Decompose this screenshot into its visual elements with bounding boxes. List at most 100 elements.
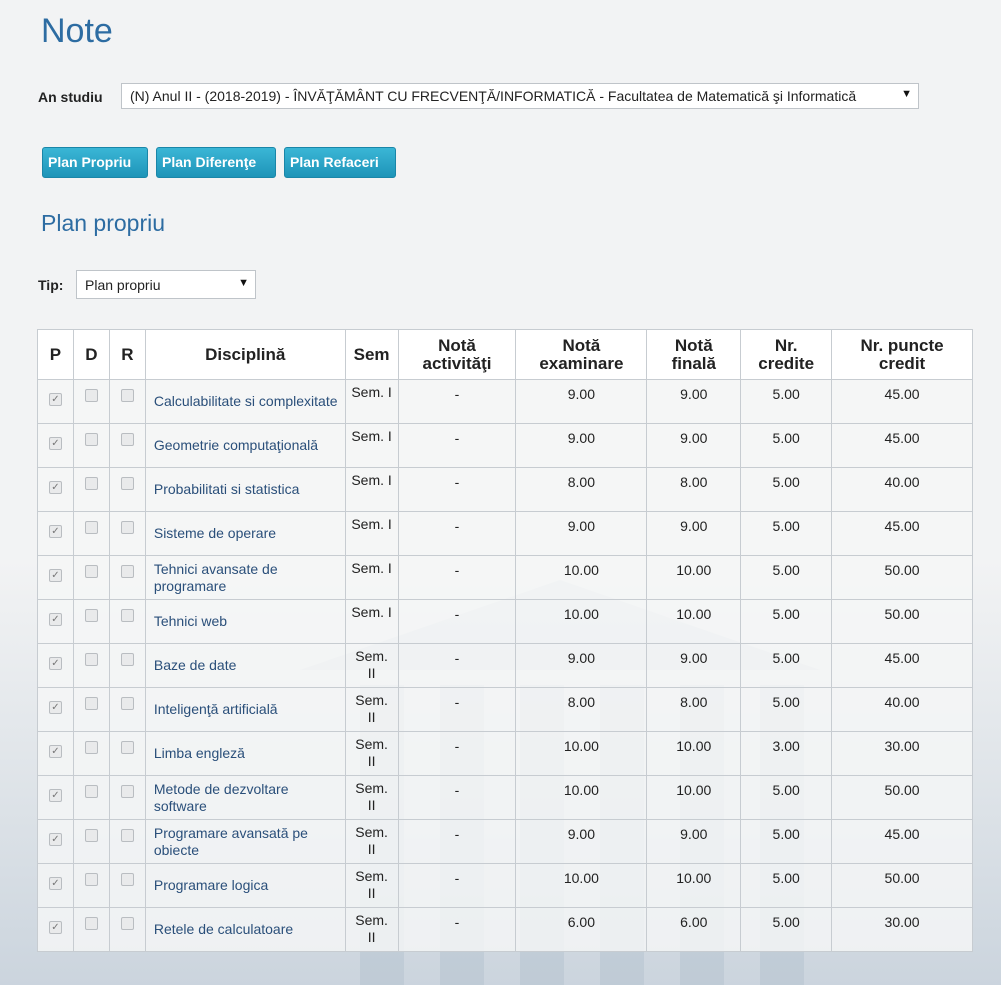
checkbox-checked[interactable]: ✓ [48, 393, 62, 406]
header-nota-finala: Notă finală [646, 329, 742, 380]
checkbox-checked[interactable]: ✓ [48, 525, 62, 538]
nr-credite: 5.00 [740, 687, 833, 732]
table-row: ✓ Retele de calculatoare Sem. II -6.00 6.00 5… [37, 907, 973, 952]
checkbox-unchecked[interactable] [84, 565, 98, 578]
nota-activitati: - [397, 643, 517, 688]
checkbox-cell-p: ✓ [37, 863, 74, 908]
tip-select[interactable]: Plan propriu ▼ [76, 270, 256, 299]
checkbox-cell-r [108, 599, 146, 644]
checkbox-unchecked[interactable] [120, 477, 134, 490]
nr-puncte-credit: 45.00 [831, 379, 973, 424]
checkbox-checked[interactable]: ✓ [48, 437, 62, 450]
discipline-name: Sisteme de operare [144, 511, 346, 556]
discipline-name: Limba engleză [144, 731, 346, 776]
checkbox-unchecked[interactable] [120, 917, 134, 930]
nr-credite: 5.00 [740, 775, 833, 820]
dropdown-arrow-icon: ▼ [238, 277, 249, 289]
checkbox-checked[interactable]: ✓ [48, 657, 62, 670]
checkbox-cell-r [108, 379, 146, 424]
semester: Sem. I [344, 555, 399, 600]
nr-puncte-credit: 30.00 [831, 907, 973, 952]
checkbox-unchecked[interactable] [120, 433, 134, 446]
nota-finala: 9.00 [646, 379, 742, 424]
checkbox-unchecked[interactable] [84, 433, 98, 446]
header-nota-examinare: Notă examinare [515, 329, 648, 380]
plan-diferente-button[interactable]: Plan Diferenţe [156, 147, 276, 178]
discipline-name: Baze de date [144, 643, 346, 688]
checkbox-checked[interactable]: ✓ [48, 833, 62, 846]
discipline-name: Probabilitati si statistica [144, 467, 346, 512]
table-row: ✓ Programare avansată pe obiecte Sem. II -9… [37, 819, 973, 864]
checkbox-unchecked[interactable] [120, 389, 134, 402]
checkbox-unchecked[interactable] [120, 829, 134, 842]
nr-credite: 5.00 [740, 511, 833, 556]
nota-finala: 6.00 [646, 907, 742, 952]
checkbox-unchecked[interactable] [84, 389, 98, 402]
checkbox-cell-p: ✓ [37, 599, 74, 644]
checkbox-unchecked[interactable] [84, 917, 98, 930]
checkbox-unchecked[interactable] [120, 741, 134, 754]
semester: Sem. II [344, 907, 399, 952]
checkbox-checked[interactable]: ✓ [48, 921, 62, 934]
checkbox-unchecked[interactable] [84, 741, 98, 754]
checkbox-cell-r [108, 819, 146, 864]
nota-activitati: - [397, 819, 517, 864]
checkbox-checked[interactable]: ✓ [48, 701, 62, 714]
nota-finala: 10.00 [646, 555, 742, 600]
checkbox-unchecked[interactable] [84, 697, 98, 710]
checkbox-cell-d [72, 379, 110, 424]
tip-value: Plan propriu [85, 277, 161, 293]
discipline-name: Tehnici web [144, 599, 346, 644]
checkbox-cell-d [72, 643, 110, 688]
checkbox-cell-p: ✓ [37, 643, 74, 688]
discipline-name: Tehnici avansate de programare [144, 555, 346, 600]
checkbox-unchecked[interactable] [84, 829, 98, 842]
checkbox-cell-p: ✓ [37, 423, 74, 468]
semester: Sem. II [344, 731, 399, 776]
checkbox-unchecked[interactable] [84, 873, 98, 886]
an-studiu-select[interactable]: (N) Anul II - (2018-2019) - ÎNVĂŢĂMÂNT C… [121, 83, 919, 109]
checkbox-unchecked[interactable] [120, 785, 134, 798]
checkbox-unchecked[interactable] [120, 653, 134, 666]
semester: Sem. II [344, 775, 399, 820]
checkbox-checked[interactable]: ✓ [48, 789, 62, 802]
checkbox-checked[interactable]: ✓ [48, 745, 62, 758]
checkbox-unchecked[interactable] [120, 697, 134, 710]
an-studiu-label: An studiu [38, 89, 103, 105]
checkbox-cell-r [108, 775, 146, 820]
checkbox-cell-d [72, 599, 110, 644]
table-row: ✓ Baze de date Sem. II -9.00 9.00 5.00 45.00 [37, 643, 973, 688]
nota-finala: 9.00 [646, 643, 742, 688]
checkbox-checked[interactable]: ✓ [48, 481, 62, 494]
checkbox-cell-d [72, 731, 110, 776]
discipline-name: Programare logica [144, 863, 346, 908]
nota-examinare: 10.00 [515, 555, 648, 600]
semester: Sem. II [344, 819, 399, 864]
checkbox-checked[interactable]: ✓ [48, 613, 62, 626]
checkbox-unchecked[interactable] [120, 521, 134, 534]
checkbox-cell-p: ✓ [37, 467, 74, 512]
checkbox-unchecked[interactable] [84, 521, 98, 534]
plan-refaceri-button[interactable]: Plan Refaceri [284, 147, 396, 178]
plan-propriu-button[interactable]: Plan Propriu [42, 147, 148, 178]
nota-finala: 10.00 [646, 731, 742, 776]
checkbox-unchecked[interactable] [84, 785, 98, 798]
semester: Sem. I [344, 379, 399, 424]
checkbox-unchecked[interactable] [120, 565, 134, 578]
checkbox-checked[interactable]: ✓ [48, 569, 62, 582]
header-nr-credite: Nr. credite [740, 329, 833, 380]
tip-label: Tip: [38, 277, 64, 293]
nota-finala: 10.00 [646, 599, 742, 644]
checkbox-unchecked[interactable] [120, 873, 134, 886]
checkbox-unchecked[interactable] [120, 609, 134, 622]
nota-examinare: 9.00 [515, 819, 648, 864]
checkbox-unchecked[interactable] [84, 609, 98, 622]
checkbox-unchecked[interactable] [84, 477, 98, 490]
checkbox-checked[interactable]: ✓ [48, 877, 62, 890]
nota-activitati: - [397, 731, 517, 776]
checkbox-cell-p: ✓ [37, 731, 74, 776]
checkbox-cell-d [72, 511, 110, 556]
checkbox-unchecked[interactable] [84, 653, 98, 666]
nota-activitati: - [397, 687, 517, 732]
nota-finala: 10.00 [646, 775, 742, 820]
